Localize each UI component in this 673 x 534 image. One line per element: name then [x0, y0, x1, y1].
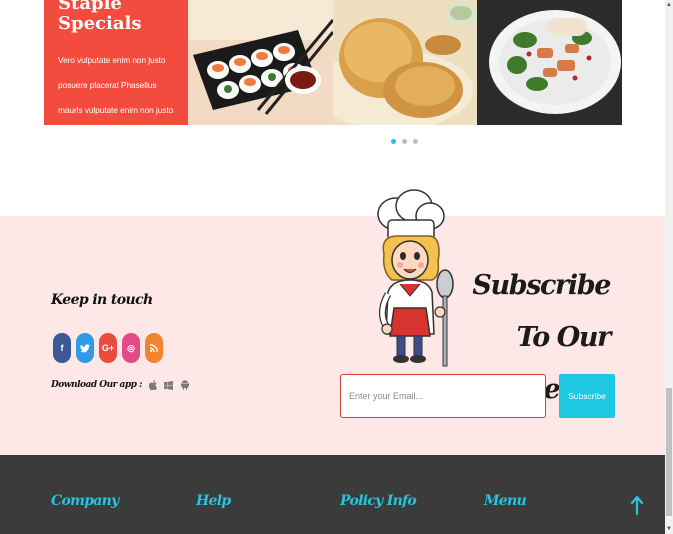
dribbble-icon[interactable]: ◎: [122, 333, 140, 363]
scroll-up-arrow-icon[interactable]: ▲: [665, 0, 673, 10]
carousel-dots: [391, 139, 418, 144]
rss-icon[interactable]: [145, 333, 163, 363]
salad-plate-image[interactable]: [477, 0, 622, 125]
page-scrollbar[interactable]: ▲ ▼: [665, 0, 673, 534]
site-footer: Company Help Policy Info Menu: [0, 455, 665, 534]
carousel-dot-1[interactable]: [391, 139, 396, 144]
scroll-down-arrow-icon[interactable]: ▼: [665, 524, 673, 534]
twitter-icon[interactable]: [76, 333, 94, 363]
specials-carousel: Staple Specials Vero vulputate enim non …: [0, 0, 665, 216]
carousel-dot-3[interactable]: [413, 139, 418, 144]
email-input[interactable]: [340, 374, 546, 418]
android-icon[interactable]: [180, 379, 190, 391]
puri-bread-image[interactable]: [333, 0, 478, 125]
download-app-label: Download Our app :: [51, 380, 142, 390]
windows-icon[interactable]: [164, 379, 174, 391]
facebook-icon[interactable]: f: [53, 333, 71, 363]
subscribe-button[interactable]: Subscribe: [559, 374, 615, 418]
footer-heading-help: Help: [196, 493, 231, 509]
google-plus-icon[interactable]: G+: [99, 333, 117, 363]
footer-heading-menu: Menu: [484, 493, 527, 509]
special-description: Vero vulputate enim non justo posuere pl…: [58, 55, 174, 115]
footer-heading-policy-info: Policy Info: [340, 493, 417, 509]
special-card: Staple Specials Vero vulputate enim non …: [44, 0, 188, 125]
scrollbar-thumb[interactable]: [666, 388, 672, 516]
download-app-row: Download Our app :: [51, 379, 190, 391]
newsletter-section: Keep in touch f G+ ◎ Download Our app :: [0, 189, 665, 455]
social-links: f G+ ◎: [53, 333, 163, 363]
apple-icon[interactable]: [148, 379, 158, 391]
sushi-tray-image[interactable]: [188, 0, 333, 125]
special-title: Staple Specials: [58, 0, 142, 34]
footer-heading-company: Company: [51, 493, 119, 509]
keep-in-touch-title: Keep in touch: [51, 292, 153, 308]
arrow-up-icon[interactable]: [629, 495, 645, 516]
carousel-dot-2[interactable]: [402, 139, 407, 144]
